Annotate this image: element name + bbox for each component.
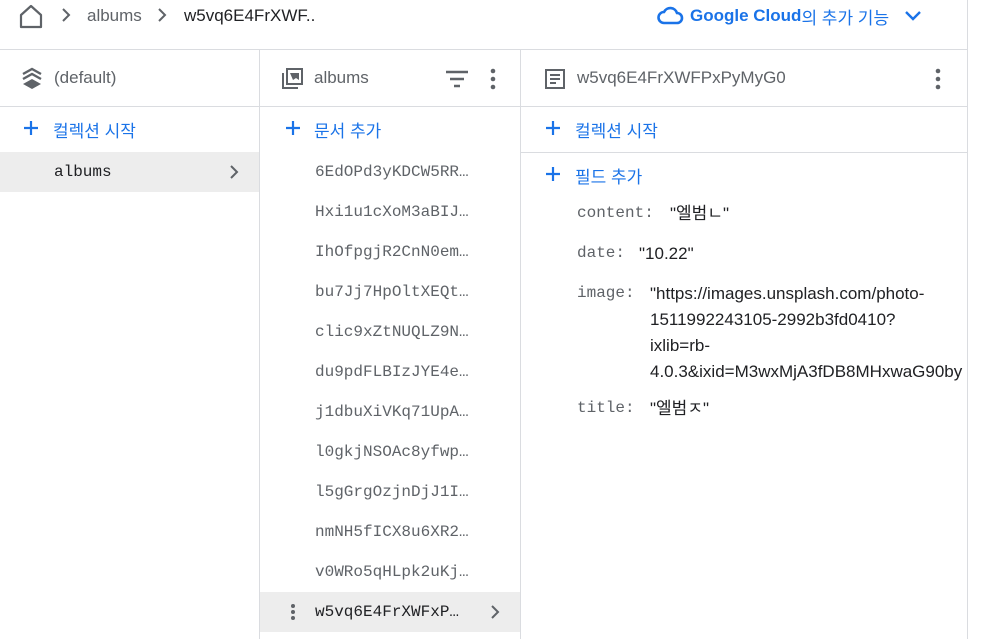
document-id-label: l0gkjNSOAc8yfwp…: [315, 443, 469, 461]
field-value-line: "https://images.unsplash.com/photo-: [650, 284, 925, 303]
document-id-label: l5gGrgOzjnDjJ1I…: [315, 483, 469, 501]
filter-icon[interactable]: [444, 69, 470, 89]
document-id-label: v0WRo5qHLpk2uKj…: [315, 563, 469, 581]
add-field-button[interactable]: 필드 추가: [521, 152, 967, 198]
chevron-right-icon: [491, 605, 500, 619]
document-id-label: IhOfpgjR2CnN0em…: [315, 243, 469, 261]
document-id-label: bu7Jj7HpOltXEQt…: [315, 283, 469, 301]
start-subcollection-button[interactable]: 컬렉션 시작: [521, 106, 967, 152]
start-subcollection-label: 컬렉션 시작: [575, 122, 658, 141]
document-list-item[interactable]: IhOfpgjR2CnN0em…: [260, 232, 520, 272]
root-panel-title: (default): [54, 68, 117, 87]
document-panel: w5vq6E4FrXWFPxPyMyG0 컬렉션 시작 필드 추가 conten…: [521, 50, 967, 639]
document-icon: [545, 69, 565, 89]
field-value-line: 4.0.3&ixid=M3wxMjA3fDB8MHxwaG90by: [650, 362, 963, 381]
collection-icon: [282, 68, 303, 89]
document-list-item[interactable]: l5gGrgOzjnDjJ1I…: [260, 472, 520, 512]
breadcrumb-item-document[interactable]: w5vq6E4FrXWF..: [184, 6, 315, 26]
start-collection-button[interactable]: 컬렉션 시작: [0, 106, 259, 152]
document-id-label: du9pdFLBIzJYE4e…: [315, 363, 469, 381]
document-list-item[interactable]: j1dbuXiVKq71UpA…: [260, 392, 520, 432]
document-list-item[interactable]: l0gkjNSOAc8yfwp…: [260, 432, 520, 472]
document-panel-header: w5vq6E4FrXWFPxPyMyG0: [521, 50, 967, 107]
field-value-line: 1511992243105-2992b3fd0410?: [650, 310, 896, 329]
add-field-label: 필드 추가: [575, 168, 643, 187]
field-key: date:: [577, 244, 626, 262]
document-id-label: w5vq6E4FrXWFxP…: [315, 603, 460, 621]
field-key: image:: [577, 284, 635, 302]
collection-panel-header: albums: [260, 50, 520, 107]
document-list: 6EdOPd3yKDCW5RR… Hxi1u1cXoM3aBIJ… IhOfpgjR…: [260, 152, 520, 632]
more-vert-icon[interactable]: [286, 602, 300, 622]
document-list-item[interactable]: w5vq6E4FrXWFxP…: [260, 592, 520, 632]
chevron-right-icon: [158, 8, 167, 22]
google-cloud-more-label: 의 추가 기능: [801, 8, 890, 28]
field-value: "엘범ㅈ": [650, 399, 709, 418]
document-id-label: 6EdOPd3yKDCW5RR…: [315, 163, 469, 181]
document-list-item[interactable]: nmNH5fICX8u6XR2…: [260, 512, 520, 552]
window-edge: [967, 0, 968, 639]
document-list-item[interactable]: 6EdOPd3yKDCW5RR…: [260, 152, 520, 192]
root-panel: (default) 컬렉션 시작 albums: [0, 50, 260, 639]
collection-panel-title: albums: [314, 68, 369, 87]
chevron-down-icon[interactable]: [903, 9, 923, 23]
document-id-label: nmNH5fICX8u6XR2…: [315, 523, 469, 541]
add-document-label: 문서 추가: [314, 122, 382, 141]
document-list-item[interactable]: Hxi1u1cXoM3aBIJ…: [260, 192, 520, 232]
document-id-label: j1dbuXiVKq71UpA…: [315, 403, 469, 421]
document-list-item[interactable]: bu7Jj7HpOltXEQt…: [260, 272, 520, 312]
field-value-line: ixlib=rb-: [650, 336, 710, 355]
google-cloud-link[interactable]: Google Cloud 의 추가 기능: [656, 4, 923, 28]
field-value: "10.22": [639, 244, 694, 263]
collection-panel: albums 문서 추가 6EdOPd3yKDCW5RR… Hxi1u1cXoM3…: [260, 50, 521, 639]
plus-icon: [546, 121, 560, 135]
cloud-icon: [657, 6, 684, 25]
document-list-item[interactable]: du9pdFLBIzJYE4e…: [260, 352, 520, 392]
field-value: "엘범ㄴ": [670, 204, 729, 223]
top-bar: albums w5vq6E4FrXWF.. Google Cloud 의 추가 …: [0, 0, 968, 50]
document-id-label: Hxi1u1cXoM3aBIJ…: [315, 203, 469, 221]
more-vert-icon[interactable]: [931, 67, 945, 91]
plus-icon: [24, 121, 38, 135]
breadcrumb-item-albums[interactable]: albums: [87, 6, 142, 26]
plus-icon: [286, 121, 300, 135]
document-list-item[interactable]: v0WRo5qHLpk2uKj…: [260, 552, 520, 592]
field-key: content:: [577, 204, 654, 222]
chevron-right-icon: [230, 165, 239, 179]
field-key: title:: [577, 399, 635, 417]
document-list-item[interactable]: clic9xZtNUQLZ9N…: [260, 312, 520, 352]
collection-item-albums[interactable]: albums: [0, 152, 259, 192]
database-stack-icon: [22, 67, 42, 89]
more-vert-icon[interactable]: [486, 67, 500, 91]
plus-icon: [546, 167, 560, 181]
chevron-right-icon: [62, 8, 71, 22]
root-panel-header: (default): [0, 50, 259, 107]
home-icon[interactable]: [18, 3, 44, 29]
document-id-label: clic9xZtNUQLZ9N…: [315, 323, 469, 341]
add-document-button[interactable]: 문서 추가: [260, 106, 520, 152]
document-panel-title: w5vq6E4FrXWFPxPyMyG0: [577, 68, 786, 87]
start-collection-label: 컬렉션 시작: [53, 122, 136, 141]
google-cloud-label: Google Cloud: [690, 6, 802, 25]
collection-item-label: albums: [54, 163, 112, 181]
